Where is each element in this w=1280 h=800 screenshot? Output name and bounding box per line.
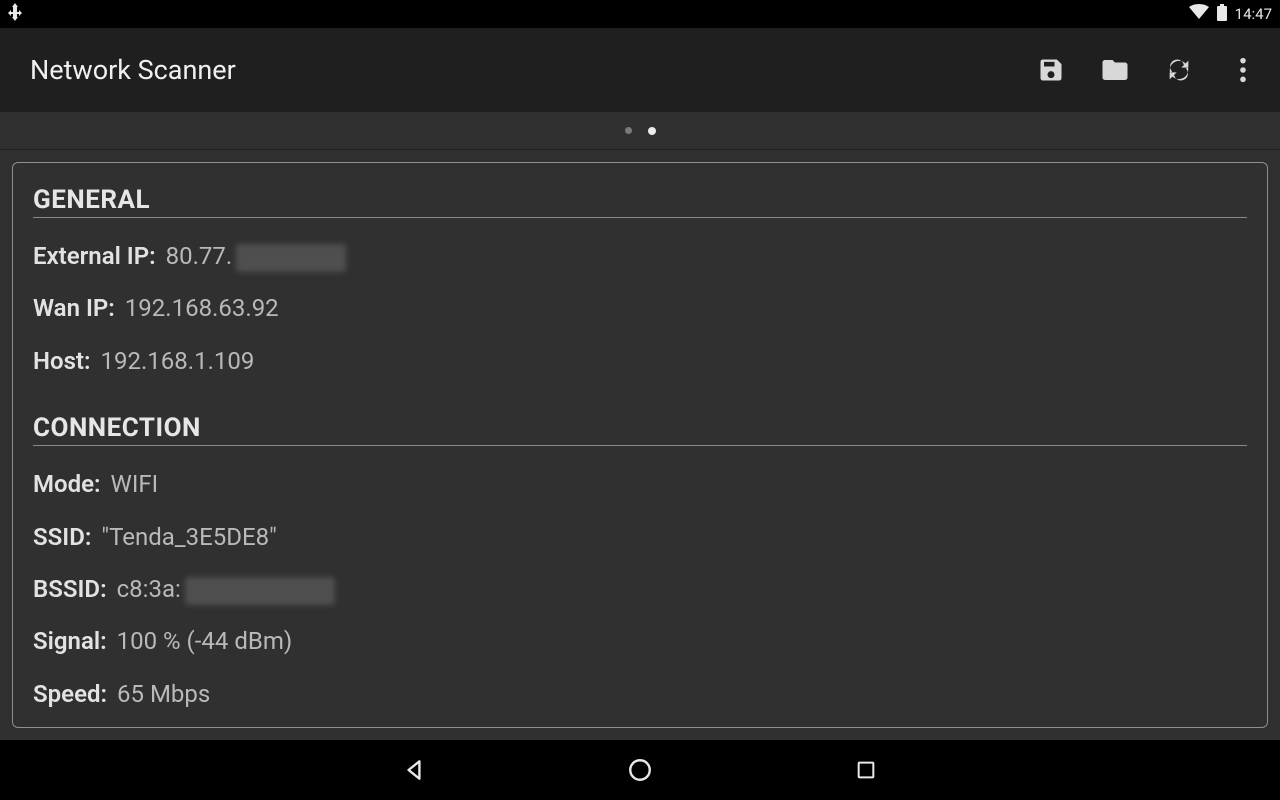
external-ip-label: External IP:: [33, 240, 156, 272]
app-title: Network Scanner: [30, 54, 236, 86]
recents-button[interactable]: [848, 752, 884, 788]
folder-icon: [1100, 55, 1130, 85]
host-value: 192.168.1.109: [101, 345, 255, 377]
refresh-button[interactable]: [1162, 53, 1196, 87]
row-ssid: SSID: "Tenda_3E5DE8": [33, 511, 1247, 563]
row-signal: Signal: 100 % (-44 dBm): [33, 615, 1247, 667]
recents-icon: [855, 759, 877, 781]
mode-label: Mode:: [33, 468, 101, 500]
signal-label: Signal:: [33, 625, 107, 657]
row-external-ip: External IP: 80.77.: [33, 230, 1247, 282]
ssid-value: "Tenda_3E5DE8": [101, 521, 276, 553]
navigation-bar: [0, 740, 1280, 800]
speed-label: Speed:: [33, 678, 107, 710]
wan-ip-value: 192.168.63.92: [125, 292, 279, 324]
usb-debug-icon: [8, 3, 22, 25]
status-bar: 14:47: [0, 0, 1280, 28]
overflow-menu-button[interactable]: [1226, 53, 1260, 87]
refresh-icon: [1165, 56, 1193, 84]
redacted-segment: [185, 577, 335, 605]
row-mode: Mode: WIFI: [33, 458, 1247, 510]
wan-ip-label: Wan IP:: [33, 292, 115, 324]
section-connection-heading: CONNECTION: [33, 413, 1247, 443]
home-button[interactable]: [622, 752, 658, 788]
wifi-icon: [1189, 4, 1209, 24]
section-general-heading: GENERAL: [33, 185, 1247, 215]
host-label: Host:: [33, 345, 91, 377]
battery-icon: [1217, 4, 1227, 25]
external-ip-value: 80.77.: [166, 240, 347, 272]
app-bar: Network Scanner: [0, 28, 1280, 112]
back-button[interactable]: [396, 752, 432, 788]
page-indicator[interactable]: [0, 112, 1280, 150]
bssid-value: c8:3a:: [117, 573, 335, 605]
content-area: GENERAL External IP: 80.77. Wan IP: 192.…: [0, 150, 1280, 740]
signal-value: 100 % (-44 dBm): [117, 625, 293, 657]
redacted-segment: [236, 244, 346, 272]
open-folder-button[interactable]: [1098, 53, 1132, 87]
pager-dot-0[interactable]: [625, 127, 632, 134]
home-icon: [627, 757, 653, 783]
row-host: Host: 192.168.1.109: [33, 335, 1247, 387]
row-speed: Speed: 65 Mbps: [33, 668, 1247, 720]
save-icon: [1037, 56, 1065, 84]
pager-dot-1[interactable]: [648, 127, 656, 135]
info-card: GENERAL External IP: 80.77. Wan IP: 192.…: [12, 162, 1268, 728]
action-bar: [1034, 53, 1266, 87]
ssid-label: SSID:: [33, 521, 91, 553]
status-time: 14:47: [1235, 5, 1272, 23]
save-button[interactable]: [1034, 53, 1068, 87]
row-wan-ip: Wan IP: 192.168.63.92: [33, 282, 1247, 334]
divider: [33, 217, 1247, 218]
more-vert-icon: [1239, 56, 1247, 84]
speed-value: 65 Mbps: [117, 678, 210, 710]
divider: [33, 445, 1247, 446]
row-bssid: BSSID: c8:3a:: [33, 563, 1247, 615]
bssid-label: BSSID:: [33, 573, 107, 605]
mode-value: WIFI: [111, 468, 159, 500]
back-icon: [401, 757, 427, 783]
